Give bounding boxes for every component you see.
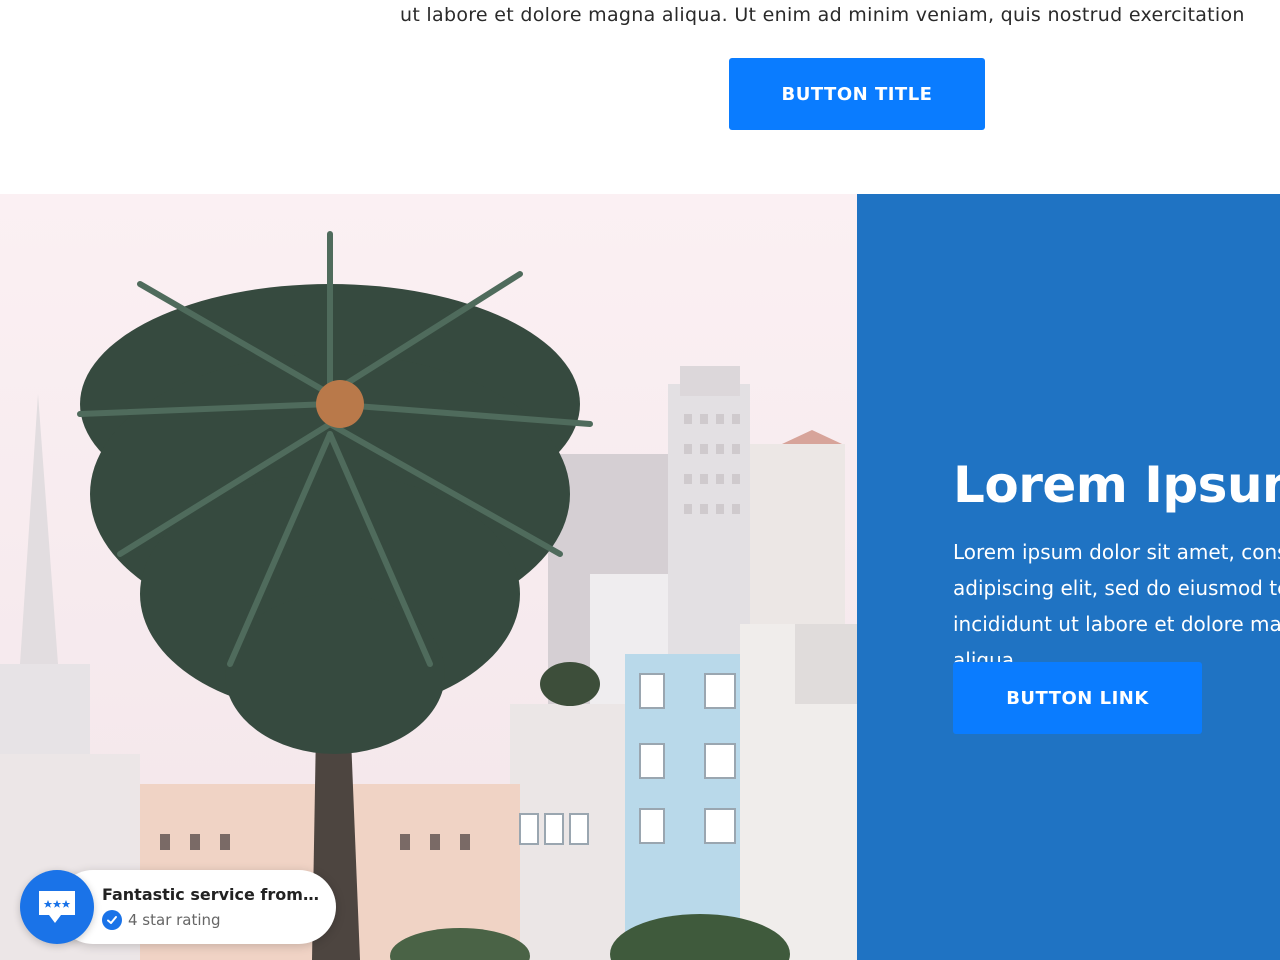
review-widget[interactable]: Fantastic service from Th... 4 star rati… — [20, 870, 336, 944]
review-pill[interactable] — [56, 870, 336, 944]
check-icon — [102, 910, 122, 930]
button-link[interactable]: BUTTON LINK — [953, 662, 1202, 734]
feature-section: Lorem Ipsum Lorem ipsum dolor sit amet, … — [0, 194, 1280, 960]
feature-title: Lorem Ipsum — [953, 456, 1280, 514]
review-title: Fantastic service from Th... — [102, 885, 322, 904]
chat-stars-icon[interactable] — [20, 870, 94, 944]
intro-section: ut labore et dolore magna aliqua. Ut eni… — [0, 0, 1280, 194]
rating-text: 4 star rating — [128, 911, 221, 929]
feature-panel: Lorem Ipsum Lorem ipsum dolor sit amet, … — [857, 194, 1280, 960]
city-palm-photo — [0, 194, 857, 960]
chat-bubble-icon — [39, 891, 75, 923]
photo-illustration — [0, 194, 857, 960]
feature-body: Lorem ipsum dolor sit amet, consectetur … — [953, 540, 1280, 672]
intro-paragraph: ut labore et dolore magna aliqua. Ut eni… — [400, 4, 1245, 26]
review-rating: 4 star rating — [102, 910, 221, 930]
button-title[interactable]: BUTTON TITLE — [729, 58, 985, 130]
